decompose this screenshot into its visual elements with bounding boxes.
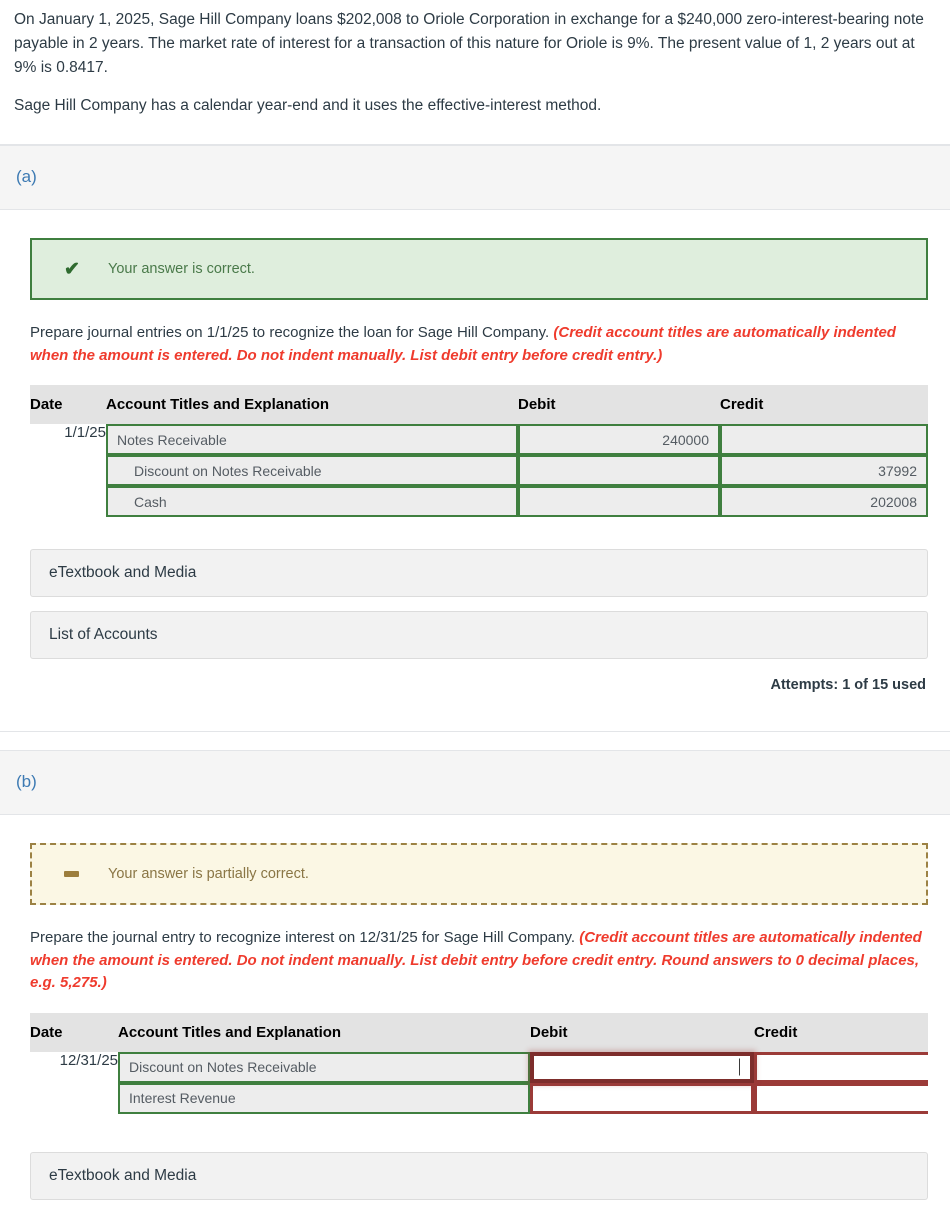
credit-amount-input[interactable] xyxy=(720,455,928,487)
debit-amount-input[interactable] xyxy=(518,424,720,456)
account-cell xyxy=(118,1051,530,1083)
problem-paragraph-1: On January 1, 2025, Sage Hill Company lo… xyxy=(14,11,924,77)
debit-cell xyxy=(518,424,720,456)
credit-cell xyxy=(754,1082,928,1114)
part-header-a: (a) xyxy=(0,145,950,211)
table-header-row: Date Account Titles and Explanation Debi… xyxy=(30,1012,928,1052)
etextbook-and-media-button[interactable]: eTextbook and Media xyxy=(30,549,928,598)
answer-status-text-b: Your answer is partially correct. xyxy=(108,866,309,883)
debit-amount-input[interactable] xyxy=(530,1082,754,1114)
column-header-credit: Credit xyxy=(720,385,928,425)
instruction-b: Prepare the journal entry to recognize i… xyxy=(30,927,928,995)
account-title-input[interactable] xyxy=(118,1082,530,1114)
column-header-date: Date xyxy=(30,385,106,425)
column-header-account: Account Titles and Explanation xyxy=(106,385,518,425)
part-header-b: (b) xyxy=(0,750,950,816)
debit-cell xyxy=(530,1051,754,1083)
instruction-lead-b: Prepare the journal entry to recognize i… xyxy=(30,929,576,947)
column-header-debit: Debit xyxy=(518,385,720,425)
part-label-b: (b) xyxy=(16,772,37,792)
credit-cell xyxy=(720,455,928,487)
part-body-b: Your answer is partially correct. Prepar… xyxy=(0,843,950,1200)
column-header-debit: Debit xyxy=(530,1012,754,1052)
credit-amount-input[interactable] xyxy=(754,1051,928,1083)
entry-date: 1/1/25 xyxy=(64,424,106,442)
debit-amount-input[interactable] xyxy=(530,1051,754,1083)
etextbook-and-media-button[interactable]: eTextbook and Media xyxy=(30,1151,928,1200)
account-cell xyxy=(106,455,518,487)
column-header-account: Account Titles and Explanation xyxy=(118,1012,530,1052)
text-cursor xyxy=(739,1058,740,1076)
column-header-credit: Credit xyxy=(754,1012,928,1052)
attempts-counter-a: Attempts: 1 of 15 used xyxy=(770,677,927,694)
table-row xyxy=(30,1082,928,1114)
debit-cell xyxy=(518,486,720,518)
account-cell xyxy=(106,486,518,518)
part-label-a: (a) xyxy=(16,167,37,187)
account-title-input[interactable] xyxy=(118,1051,530,1083)
entry-date xyxy=(30,455,106,486)
debit-cell xyxy=(518,455,720,487)
credit-amount-input[interactable] xyxy=(720,424,928,456)
account-title-input[interactable] xyxy=(106,486,518,518)
instruction-a: Prepare journal entries on 1/1/25 to rec… xyxy=(30,322,928,367)
entry-date xyxy=(30,1083,118,1114)
journal-table-b: Date Account Titles and Explanation Debi… xyxy=(30,1012,928,1114)
list-of-accounts-button[interactable]: List of Accounts xyxy=(30,611,928,660)
account-title-input[interactable] xyxy=(106,424,518,456)
journal-table-wrapper-b: Date Account Titles and Explanation Debi… xyxy=(30,1012,928,1114)
debit-amount-input[interactable] xyxy=(518,486,720,518)
credit-amount-input[interactable] xyxy=(754,1082,928,1114)
account-cell xyxy=(106,424,518,456)
instruction-lead-a: Prepare journal entries on 1/1/25 to rec… xyxy=(30,324,550,342)
part-body-a: ✔ Your answer is correct. Prepare journa… xyxy=(0,238,950,719)
column-header-date: Date xyxy=(30,1012,118,1052)
entry-date xyxy=(30,486,106,517)
problem-paragraph-2: Sage Hill Company has a calendar year-en… xyxy=(14,97,602,115)
table-row xyxy=(30,455,928,487)
debit-cell xyxy=(530,1082,754,1114)
journal-table-wrapper-a: Date Account Titles and Explanation Debi… xyxy=(30,385,928,518)
credit-cell xyxy=(720,486,928,518)
credit-amount-input[interactable] xyxy=(720,486,928,518)
entry-date: 12/31/25 xyxy=(59,1051,118,1069)
answer-status-alert-a: ✔ Your answer is correct. xyxy=(30,238,928,301)
answer-status-text-a: Your answer is correct. xyxy=(108,261,255,278)
answer-status-alert-b: Your answer is partially correct. xyxy=(30,843,928,906)
table-row: 12/31/25 xyxy=(30,1051,928,1083)
problem-statement: On January 1, 2025, Sage Hill Company lo… xyxy=(0,0,950,132)
debit-amount-input[interactable] xyxy=(518,455,720,487)
assignment-page: On January 1, 2025, Sage Hill Company lo… xyxy=(0,0,950,1212)
credit-cell xyxy=(754,1051,928,1083)
journal-table-a: Date Account Titles and Explanation Debi… xyxy=(30,385,928,518)
account-title-input[interactable] xyxy=(106,455,518,487)
credit-cell xyxy=(720,424,928,456)
account-cell xyxy=(118,1082,530,1114)
table-header-row: Date Account Titles and Explanation Debi… xyxy=(30,385,928,425)
check-icon: ✔ xyxy=(64,258,80,280)
dash-icon xyxy=(64,871,94,878)
table-row xyxy=(30,486,928,518)
table-row: 1/1/25 xyxy=(30,424,928,456)
